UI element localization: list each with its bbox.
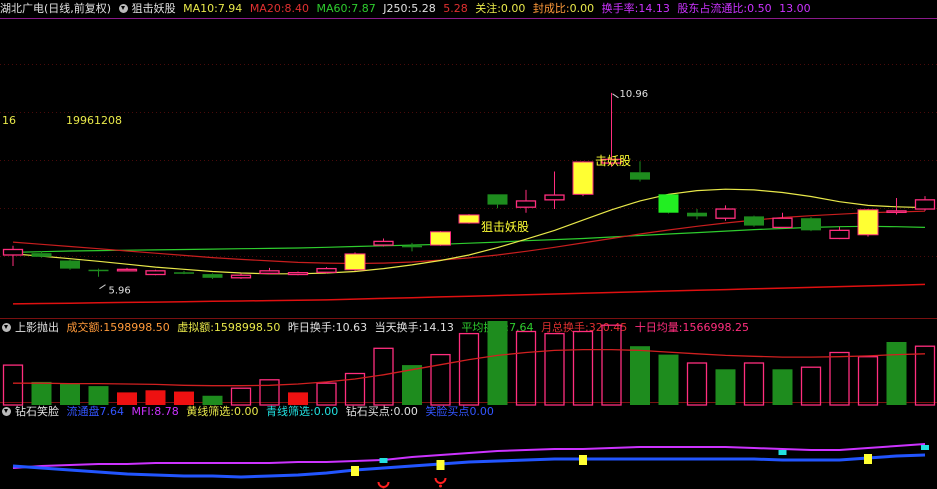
volume-bar-up	[544, 332, 565, 406]
yellow-signal-mark	[436, 460, 445, 470]
candle-down	[487, 194, 508, 205]
volume-bar-down	[31, 381, 52, 405]
candle-down	[88, 269, 109, 272]
low-price-label: 5.96	[109, 286, 131, 297]
volume-bar-down	[658, 354, 679, 405]
volume-bar-up	[686, 362, 708, 406]
candle-signal	[458, 214, 480, 224]
candle-down	[658, 194, 679, 213]
volume-bar-red	[288, 392, 308, 405]
candle-down	[202, 274, 223, 278]
left-number-label: 16	[2, 114, 16, 127]
ma60-line	[12, 225, 926, 253]
candle-signal	[430, 231, 451, 246]
date-label: 19961208	[66, 114, 122, 127]
volume-bar-up	[829, 351, 850, 406]
candle-up	[515, 200, 537, 208]
volume-bar-down	[202, 395, 223, 405]
volume-bar-down	[88, 386, 109, 405]
candle-down	[630, 172, 650, 180]
yellow-signal-mark	[351, 466, 359, 476]
candle-down	[60, 260, 80, 269]
cyan-signal-mark	[778, 450, 787, 455]
volume-bar-up	[572, 330, 594, 406]
candle-up	[914, 199, 936, 210]
candle-down	[31, 253, 52, 257]
candle-up	[2, 248, 24, 256]
yellow-signal-mark	[864, 454, 872, 464]
candle-down	[801, 218, 821, 231]
smiley-dot	[439, 484, 442, 488]
chart-canvas[interactable]: 16 19961208 10.96 5.96 狙击妖股 击妖股	[0, 0, 937, 489]
low-pointer	[99, 284, 106, 290]
candle-up	[715, 208, 736, 219]
long-term-line	[12, 283, 926, 305]
candle-up	[259, 270, 280, 275]
volume-bar-up	[373, 347, 394, 406]
cyan-signal-mark	[921, 445, 929, 450]
candle-signal	[857, 209, 879, 236]
volume-bar-up	[316, 382, 337, 406]
cyan-signal-mark	[379, 458, 388, 463]
volume-bar-red	[117, 392, 137, 405]
candle-up	[772, 217, 793, 229]
volume-bar-down	[630, 346, 650, 405]
candle-up	[316, 267, 337, 273]
candle-down	[687, 212, 707, 217]
ma10-line	[12, 188, 926, 275]
yellow-signal-mark	[579, 455, 587, 465]
volume-bar-up	[743, 362, 765, 406]
volume-bar-down	[715, 369, 736, 405]
volume-bar-up	[259, 379, 280, 406]
volume-bar-down	[886, 342, 907, 405]
volume-bar-up	[515, 330, 537, 406]
volume-bar-down	[487, 321, 508, 405]
volume-bar-up	[800, 366, 822, 406]
candle-up	[829, 229, 850, 240]
volume-bar-red	[145, 390, 166, 405]
candle-up	[373, 240, 394, 246]
volume-bar-up	[601, 324, 622, 406]
signal-text-2: 击妖股	[595, 154, 631, 168]
candle-up	[886, 210, 907, 214]
volume-bar-up	[914, 345, 936, 406]
candle-up	[287, 272, 309, 276]
high-price-label: 10.96	[620, 89, 649, 100]
candle-up	[544, 194, 565, 201]
bottom-magenta-line	[12, 443, 926, 469]
volume-bar-up	[430, 353, 451, 406]
candle-signal	[344, 253, 366, 271]
candle-up	[230, 274, 252, 279]
volume-bar-up	[458, 332, 480, 406]
candle-signal	[572, 161, 594, 195]
candle-down	[174, 272, 194, 274]
volume-bar-up	[857, 356, 879, 406]
smiley-icon	[434, 477, 447, 484]
candle-up	[116, 268, 138, 272]
candle-up	[145, 270, 166, 276]
signal-text-1: 狙击妖股	[481, 220, 529, 234]
volume-bar-down	[772, 369, 793, 405]
high-pointer	[612, 93, 619, 99]
volume-bar-down	[60, 384, 80, 405]
bottom-blue-line	[12, 453, 926, 479]
smiley-icon	[377, 481, 390, 488]
candle-down	[744, 216, 764, 226]
volume-bar-up	[2, 364, 24, 406]
candle-down	[402, 245, 422, 248]
volume-bar-red	[174, 391, 194, 405]
